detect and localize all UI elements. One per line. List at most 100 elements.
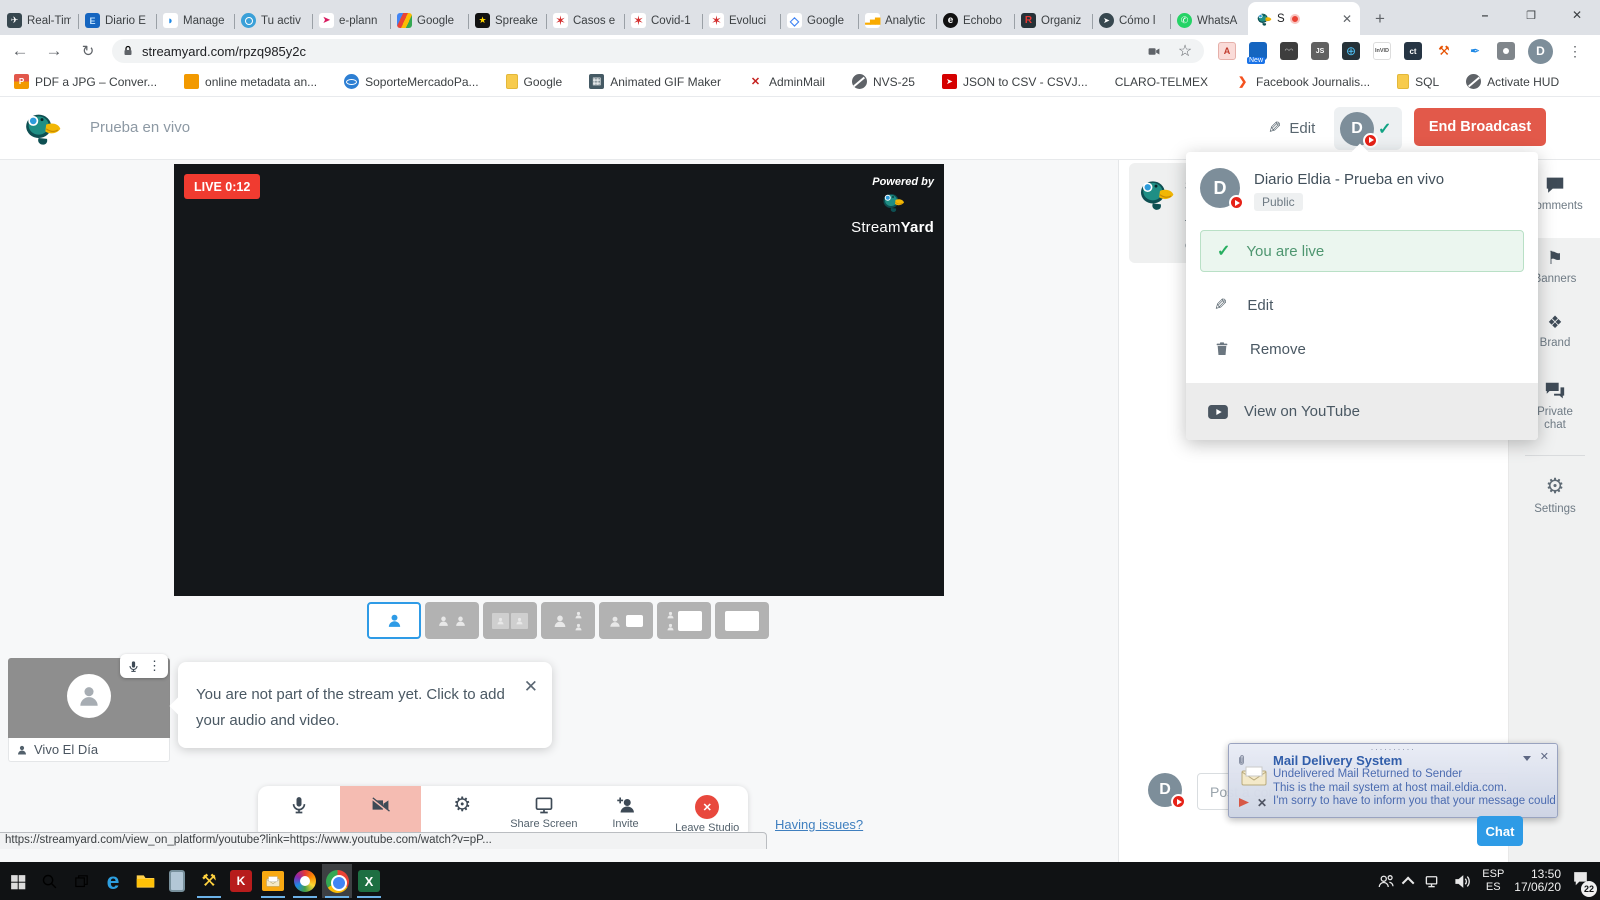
browser-tab[interactable]: Cómo l bbox=[1092, 6, 1170, 35]
chat-button[interactable]: Chat bbox=[1477, 816, 1523, 846]
language-indicator[interactable]: ESP ES bbox=[1482, 868, 1504, 894]
chevron-up-icon[interactable] bbox=[1402, 876, 1415, 889]
browser-tab[interactable]: Real-Tim bbox=[0, 6, 78, 35]
browser-tab[interactable]: Evoluci bbox=[702, 6, 780, 35]
close-window-button[interactable] bbox=[1554, 0, 1600, 30]
invid-extension-icon[interactable] bbox=[1373, 42, 1391, 60]
edge-icon[interactable] bbox=[98, 864, 128, 898]
feather-extension-icon[interactable] bbox=[1466, 42, 1484, 60]
delete-mail-icon[interactable] bbox=[1257, 796, 1267, 810]
clock[interactable]: 13:50 17/06/20 bbox=[1514, 868, 1561, 894]
self-preview-tile[interactable]: Vivo El Día bbox=[8, 658, 170, 762]
bookmark-item[interactable]: Animated GIF Maker bbox=[589, 74, 721, 89]
paint-app-icon[interactable] bbox=[290, 864, 320, 898]
tools-app-icon[interactable] bbox=[194, 864, 224, 898]
browser-tab[interactable]: e-plann bbox=[312, 6, 390, 35]
forward-button[interactable] bbox=[40, 37, 68, 65]
mail-app-icon[interactable] bbox=[258, 864, 288, 898]
start-button[interactable] bbox=[2, 864, 32, 898]
add-to-stream-tooltip: You are not part of the stream yet. Clic… bbox=[178, 662, 552, 748]
close-tab-icon[interactable] bbox=[1342, 12, 1352, 26]
k-app-icon[interactable] bbox=[226, 864, 256, 898]
browser-tab[interactable]: Spreake bbox=[468, 6, 546, 35]
js-extension-icon[interactable] bbox=[1311, 42, 1329, 60]
dropdown-edit-item[interactable]: Edit bbox=[1186, 288, 1538, 322]
layout-two-up-button[interactable] bbox=[425, 602, 479, 639]
browser-tab[interactable]: WhatsA bbox=[1170, 6, 1248, 35]
reload-button[interactable] bbox=[74, 37, 102, 65]
mask-extension-icon[interactable] bbox=[1280, 42, 1298, 60]
browser-profile-avatar[interactable]: D bbox=[1528, 39, 1553, 64]
browser-tab[interactable]: Organiz bbox=[1014, 6, 1092, 35]
layout-fullscreen-button[interactable] bbox=[715, 602, 769, 639]
chevron-down-icon[interactable] bbox=[1523, 756, 1531, 761]
layout-two-crop-button[interactable] bbox=[483, 602, 537, 639]
address-bar[interactable]: streamyard.com/rpzq985y2c bbox=[112, 39, 1204, 63]
bookmark-item[interactable]: SoporteMercadoPa... bbox=[344, 74, 478, 89]
bookmark-item[interactable]: PDF a JPG – Conver... bbox=[14, 74, 157, 89]
layout-person-screen-button[interactable] bbox=[599, 602, 653, 639]
bookmark-item[interactable]: AdminMail bbox=[748, 74, 825, 89]
excel-icon[interactable] bbox=[354, 864, 384, 898]
envelope-icon bbox=[1241, 766, 1267, 786]
browser-tab[interactable]: Manage bbox=[156, 6, 234, 35]
media-camera-icon[interactable] bbox=[1146, 45, 1162, 58]
bookmark-item[interactable]: Activate HUD bbox=[1466, 74, 1559, 89]
layout-spotlight-button[interactable] bbox=[541, 602, 595, 639]
flag-icon[interactable] bbox=[1239, 798, 1249, 807]
chrome-icon[interactable] bbox=[322, 864, 352, 898]
bookmark-item[interactable]: NVS-25 bbox=[852, 74, 915, 89]
browser-tab[interactable]: Casos e bbox=[546, 6, 624, 35]
edit-broadcast-button[interactable]: Edit bbox=[1268, 118, 1315, 138]
new-tab-button[interactable] bbox=[1366, 5, 1394, 33]
dropdown-remove-item[interactable]: Remove bbox=[1186, 332, 1538, 366]
mail-notification-popup[interactable]: Mail Delivery System Undelivered Mail Re… bbox=[1228, 743, 1558, 818]
bookmark-item[interactable]: CLARO-TELMEX bbox=[1115, 75, 1208, 89]
browser-tab[interactable]: Covid-1 bbox=[624, 6, 702, 35]
view-on-youtube-item[interactable]: View on YouTube bbox=[1186, 383, 1538, 440]
bookmark-item[interactable]: SQL bbox=[1397, 74, 1439, 89]
destination-chip[interactable]: D bbox=[1334, 107, 1402, 150]
end-broadcast-button[interactable]: End Broadcast bbox=[1414, 108, 1546, 146]
back-button[interactable] bbox=[6, 37, 34, 65]
browser-tab[interactable]: Echobo bbox=[936, 6, 1014, 35]
search-button[interactable] bbox=[34, 864, 64, 898]
bookmark-item[interactable]: JSON to CSV - CSVJ... bbox=[942, 74, 1088, 89]
crosshair-extension-icon[interactable] bbox=[1342, 42, 1360, 60]
file-explorer-icon[interactable] bbox=[130, 864, 160, 898]
browser-tab[interactable]: Diario E bbox=[78, 6, 156, 35]
ct-extension-icon[interactable] bbox=[1404, 42, 1422, 60]
pdf-extension-icon[interactable] bbox=[1218, 42, 1236, 60]
close-tooltip-icon[interactable] bbox=[524, 674, 538, 700]
action-center-icon[interactable]: 22 bbox=[1571, 869, 1590, 893]
tool-extension-icon[interactable] bbox=[1435, 42, 1453, 60]
close-icon[interactable] bbox=[1540, 750, 1549, 763]
puzzle-extension-icon[interactable] bbox=[1497, 42, 1515, 60]
new-badge-extension-icon[interactable]: New bbox=[1249, 42, 1267, 60]
bookmark-star-icon[interactable] bbox=[1176, 42, 1194, 60]
speaker-icon[interactable] bbox=[1453, 872, 1472, 891]
browser-tab[interactable]: Google bbox=[780, 6, 858, 35]
task-view-button[interactable] bbox=[66, 864, 96, 898]
mic-icon[interactable] bbox=[127, 660, 140, 673]
having-issues-link[interactable]: Having issues? bbox=[775, 817, 863, 832]
browser-menu-icon[interactable] bbox=[1566, 42, 1584, 60]
network-icon[interactable] bbox=[1424, 872, 1443, 891]
browser-tab[interactable]: Tu activ bbox=[234, 6, 312, 35]
maximize-button[interactable] bbox=[1508, 0, 1554, 30]
more-options-icon[interactable] bbox=[148, 657, 161, 675]
layout-solo-button[interactable] bbox=[367, 602, 421, 639]
minimize-button[interactable] bbox=[1462, 0, 1508, 30]
sidebar-item-settings[interactable]: Settings bbox=[1509, 474, 1600, 516]
bookmark-item[interactable]: online metadata an... bbox=[184, 74, 317, 89]
bookmark-item[interactable]: Facebook Journalis... bbox=[1235, 74, 1370, 89]
people-icon[interactable] bbox=[1377, 872, 1395, 890]
bookmark-item[interactable]: Google bbox=[506, 74, 563, 89]
self-preview-video[interactable] bbox=[8, 658, 170, 738]
layout-picker bbox=[367, 602, 769, 639]
browser-tab[interactable]: Google bbox=[390, 6, 468, 35]
phone-app-icon[interactable] bbox=[162, 864, 192, 898]
layout-screen-focus-button[interactable] bbox=[657, 602, 711, 639]
active-tab-streamyard[interactable]: S bbox=[1248, 2, 1360, 35]
browser-tab[interactable]: Analytic bbox=[858, 6, 936, 35]
